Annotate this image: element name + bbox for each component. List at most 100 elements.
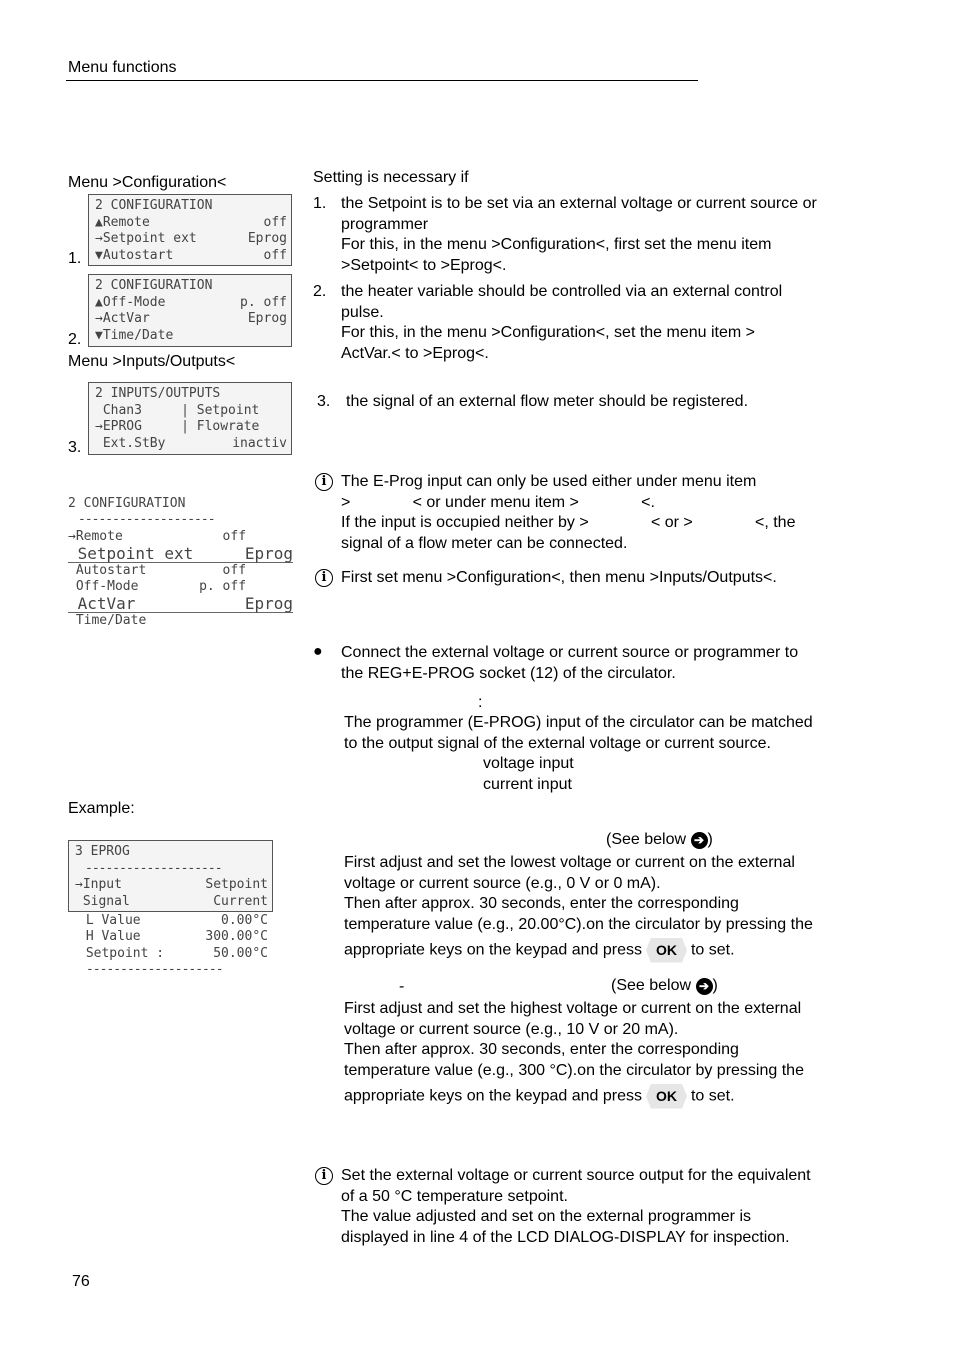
lcd-row-value: 50.00°C xyxy=(213,945,268,961)
lcd-row-label: ▲Remote xyxy=(95,214,150,230)
lcd-row-value: Current xyxy=(213,893,268,909)
signal-line: The programmer (E-PROG) input of the cir… xyxy=(344,714,813,731)
lcd-row: ▲Remote off xyxy=(95,215,287,232)
lcd-row: ▼Time/Date xyxy=(95,328,287,345)
lcd-row-value: inactiv xyxy=(232,435,287,451)
lcd-divider: -------------------- xyxy=(68,512,293,528)
list-number: 2. xyxy=(313,283,327,300)
lcd-title-text: 2 CONFIGURATION xyxy=(68,496,186,511)
menu-configuration-label: Menu >Configuration< xyxy=(68,174,227,191)
info-note-order: i First set menu >Configuration<, then m… xyxy=(315,568,875,589)
intro-text: Setting is necessary if xyxy=(313,169,469,186)
info-icon: i xyxy=(315,473,333,491)
lcd-row-label: →Remote xyxy=(68,528,123,544)
lcd-title: 2 CONFIGURATION xyxy=(95,198,287,215)
ok-key-icon: OK xyxy=(645,938,687,963)
lcd-display-2: 2 CONFIGURATION ▲Off-Mode p. off →ActVar E… xyxy=(88,274,292,347)
instruction-line: Then after approx. 30 seconds, enter the… xyxy=(344,895,739,912)
lcd-1-number: 1. xyxy=(68,250,82,267)
note-line: of a 50 °C temperature setpoint. xyxy=(341,1187,568,1205)
menu-inputs-outputs-label: Menu >Inputs/Outputs< xyxy=(68,353,236,370)
lcd-row-value: off xyxy=(263,214,287,230)
lcd-row-value: Setpoint xyxy=(205,877,268,892)
lcd-row: →Setpoint ext Eprog xyxy=(95,231,287,248)
lcd-row-value: off xyxy=(222,528,293,544)
list-number: 3. xyxy=(317,393,331,410)
lcd-row-label: ▲Off-Mode xyxy=(95,294,166,310)
lcd-title: 2 INPUTS/OUTPUTS xyxy=(95,386,287,403)
lcd-row-label: ▼Time/Date xyxy=(95,327,174,343)
see-below-high: (See below ➔) xyxy=(611,976,718,997)
lcd-row: H Value 300.00°C xyxy=(78,929,268,945)
ok-key-icon: OK xyxy=(645,1084,687,1109)
lcd-row-label: Setpoint : xyxy=(78,945,165,961)
instruction-line: appropriate keys on the keypad and press… xyxy=(344,938,813,963)
see-below-text: (See below xyxy=(611,977,696,994)
lcd-row-label: Time/Date xyxy=(68,613,147,629)
see-below-text: (See below xyxy=(606,831,691,848)
instruction-line: Then after approx. 30 seconds, enter the… xyxy=(344,1041,739,1058)
list-line: For this, in the menu >Configuration<, f… xyxy=(341,236,772,253)
instruction-text: to set. xyxy=(690,1087,735,1105)
high-value-instructions: First adjust and set the highest voltage… xyxy=(344,999,804,1109)
lcd-row-label: →ActVar xyxy=(95,311,150,326)
list-line: the signal of an external flow meter sho… xyxy=(346,393,749,410)
lcd-row-label: →EPROG | Flowrate xyxy=(95,419,260,434)
lcd-row-value: off xyxy=(222,562,293,578)
lcd-title: 2 CONFIGURATION xyxy=(95,278,287,295)
note-line: Set the external voltage or current sour… xyxy=(341,1167,811,1184)
note-line: displayed in line 4 of the LCD DIALOG-DI… xyxy=(341,1228,790,1246)
lcd-row-highlighted: ActVar Eprog xyxy=(68,594,293,614)
lcd-row-value: off xyxy=(263,247,287,263)
lcd-row-value: p. off xyxy=(240,294,287,310)
instruction-line: First adjust and set the highest voltage… xyxy=(344,1000,802,1017)
arrow-right-icon: ➔ xyxy=(695,978,713,995)
page-header-title: Menu functions xyxy=(68,59,177,76)
lcd-row-value: p. off xyxy=(199,579,293,595)
lcd-row-value: 300.00°C xyxy=(205,929,268,945)
instruction-line: appropriate keys on the keypad and press… xyxy=(344,1084,804,1109)
lcd-row-label: →Setpoint ext xyxy=(95,231,197,246)
instruction-line: voltage or current source (e.g., 0 V or … xyxy=(344,874,661,892)
header-rule xyxy=(66,80,698,81)
note-text: First set menu >Configuration<, then men… xyxy=(341,569,777,586)
signal-description: The programmer (E-PROG) input of the cir… xyxy=(344,713,813,754)
arrow-right-icon: ➔ xyxy=(690,832,708,849)
lcd-divider-text: -------------------- xyxy=(78,512,216,528)
lcd-row-label: Signal xyxy=(75,893,130,909)
page-number: 76 xyxy=(72,1273,90,1290)
lcd-row: →Remote off xyxy=(68,529,293,545)
list-line: >Setpoint< to >Eprog<. xyxy=(341,256,507,274)
lcd-row-value: Eprog xyxy=(244,594,293,614)
lcd-row-label: Ext.StBy xyxy=(95,435,166,451)
lcd-row-label: ActVar xyxy=(68,594,136,614)
signal-line: to the output signal of the external vol… xyxy=(344,734,771,752)
instruction-text: appropriate keys on the keypad and press xyxy=(344,1087,642,1105)
bullet-line: the REG+E-PROG socket (12) of the circul… xyxy=(341,664,676,682)
lcd-divider-text: -------------------- xyxy=(85,860,223,876)
lcd-row: ▲Off-Mode p. off xyxy=(95,295,287,312)
lcd-row-value: 0.00°C xyxy=(221,913,268,928)
note-line: > < or under menu item > <. xyxy=(341,493,655,511)
lcd-row: Ext.StBy inactiv xyxy=(95,436,287,453)
eprog-lcd-display: 3 EPROG -------------------- →Input Setpo… xyxy=(68,840,273,912)
instruction-line: temperature value (e.g., 300 °C).on the … xyxy=(344,1061,804,1079)
note-line: signal of a flow meter can be connected. xyxy=(341,534,628,552)
signal-colon: : xyxy=(478,694,483,711)
signal-option-voltage: voltage input xyxy=(483,755,574,772)
lcd-row: Autostart off xyxy=(68,563,293,579)
high-value-dash: - xyxy=(399,978,405,995)
lcd-divider: -------------------- xyxy=(75,861,268,878)
lcd-row-label: Setpoint ext xyxy=(68,543,194,563)
lcd-row-label: ▼Autostart xyxy=(95,247,174,263)
lcd-row-highlighted: Setpoint ext Eprog xyxy=(68,545,293,563)
lcd-title: 3 EPROG xyxy=(75,844,268,861)
see-below-close: ) xyxy=(707,831,713,848)
low-value-instructions: First adjust and set the lowest voltage … xyxy=(344,853,813,963)
bullet-icon: ● xyxy=(313,643,323,660)
instruction-line: voltage or current source (e.g., 10 V or… xyxy=(344,1020,679,1038)
lcd-row: ▼Autostart off xyxy=(95,248,287,265)
list-number: 1. xyxy=(313,195,327,212)
lcd-title-text: 2 INPUTS/OUTPUTS xyxy=(95,386,221,401)
lcd-row: Off-Mode p. off xyxy=(68,579,293,595)
